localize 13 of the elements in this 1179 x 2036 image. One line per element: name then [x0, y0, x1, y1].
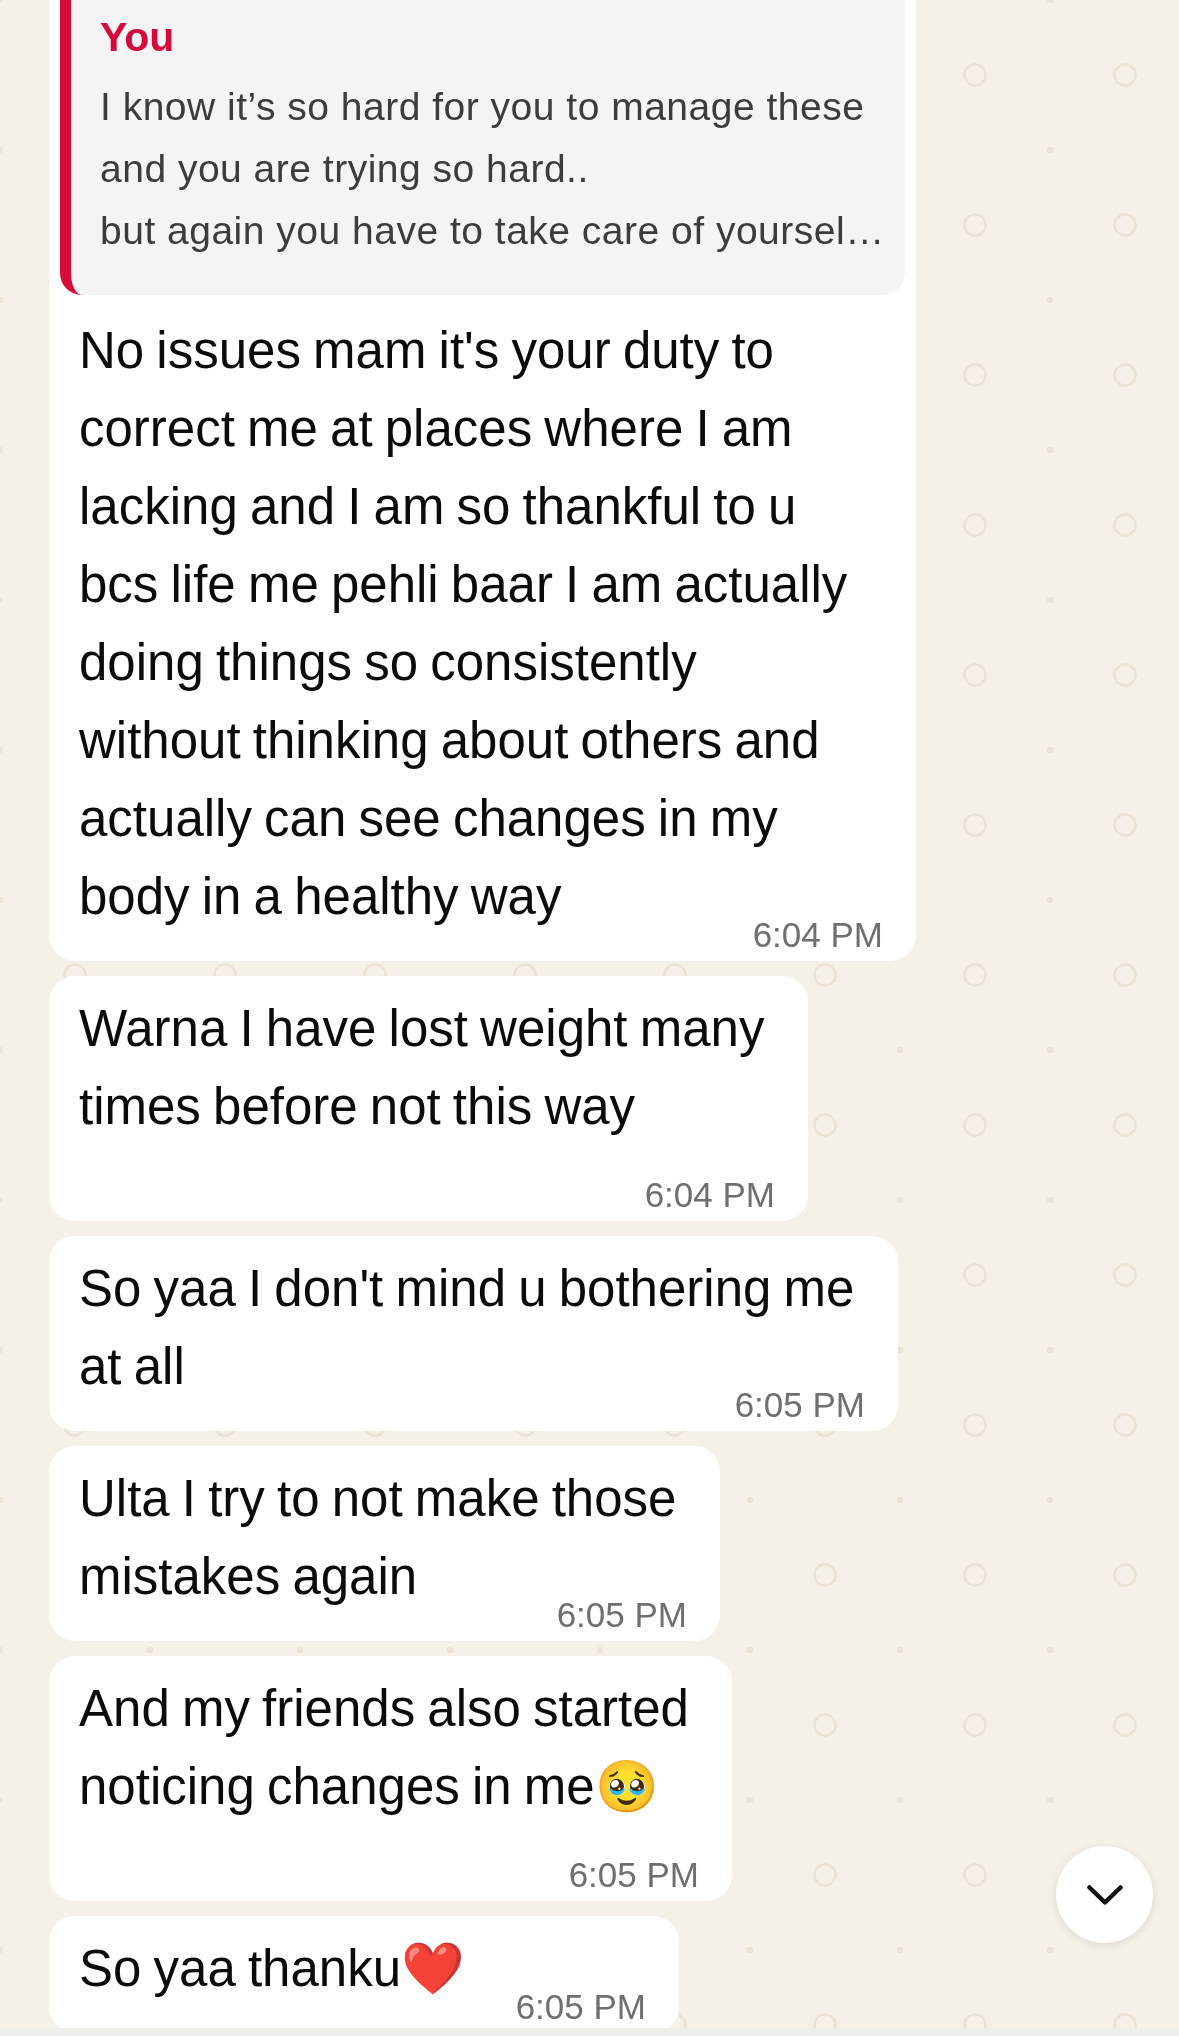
timestamp: 6:05 PM — [734, 1392, 865, 1418]
quoted-text: I know it’s so hard for you to manage these and you are trying so hard.. but again you have to take care of yoursel… — [100, 84, 886, 254]
timestamp: 6:04 PM — [644, 1182, 775, 1208]
message-text: So yaa thanku❤ — [79, 1940, 466, 1997]
timestamp: 6:05 PM — [568, 1862, 699, 1888]
timestamp: 6:04 PM — [752, 922, 883, 948]
reply-quote-card[interactable]: You I know it’s so hard for you to manage these and you are trying so hard.. but again you have to take care of yoursel… — [60, 0, 905, 295]
message-text: And my friends also started noticing changes in me🥹 — [79, 1680, 689, 1815]
quote-author: You — [100, 13, 176, 62]
chevron-down-icon — [1086, 1884, 1123, 1905]
message-text: Warna I have lost weight many times before not this way — [79, 1000, 765, 1135]
timestamp: 6:05 PM — [556, 1602, 687, 1628]
timestamp: 6:05 PM — [515, 1994, 646, 2020]
